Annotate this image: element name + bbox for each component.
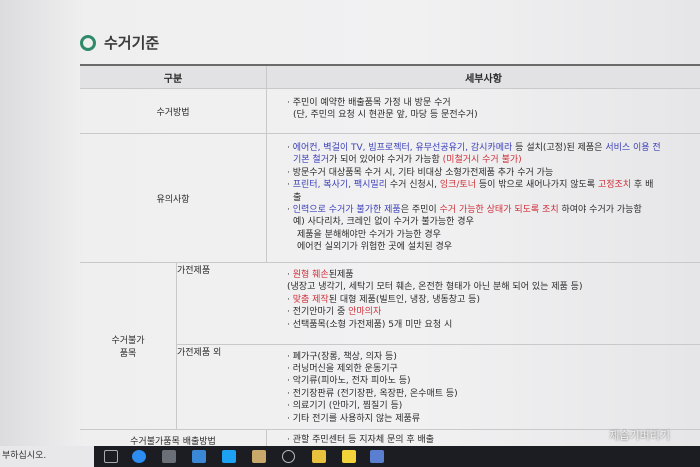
row-not-collectible: 수거불가 품목 가전제품 · 원형 훼손된제품 (냉장고 냉각기, 세탁기 모터… <box>80 263 700 430</box>
notes-label: 유의사항 <box>80 134 267 262</box>
pickup-line-2: (단, 주민의 요청 시 현관문 앞, 마당 등 문전수거) <box>293 110 478 121</box>
notes-line-5: 출 <box>293 192 302 203</box>
appliances-line-4: · 전기안마기 중 안마의자 <box>287 307 382 318</box>
appliances-label: 가전제품 <box>177 266 211 276</box>
not-collectible-label: 수거불가 품목 <box>80 263 177 429</box>
notes-line-1: · 에어컨, 벽걸이 TV, 빔프로젝터, 유무선공유기, 감시카메라 등 설치… <box>287 143 661 153</box>
section-title: 수거기준 <box>80 32 159 53</box>
app-window-icon[interactable] <box>370 450 384 463</box>
notes-line-3: · 방문수거 대상품목 수거 시, 기타 비대상 소형가전제품 추가 수거 가능 <box>287 167 554 178</box>
kakaotalk-icon[interactable] <box>342 450 356 463</box>
table-header: 구분 세부사항 <box>80 66 700 89</box>
others-item: · 의료기기 (안마기, 찜질기 등) <box>287 401 403 412</box>
header-details: 세부사항 <box>465 73 502 85</box>
others-item: · 기타 전기를 사용하지 않는 제품류 <box>287 413 421 424</box>
folder-icon[interactable] <box>312 450 326 463</box>
others-label: 가전제품 외 <box>177 347 222 358</box>
row-pickup-method: 수거방법 · 주민이 예약한 배출품목 가정 내 방문 수거 (단, 주민의 요… <box>80 89 700 134</box>
appliances-line-5: · 선택품목(소형 가전제품) 5개 미만 요청 시 <box>287 319 453 330</box>
settings-gear-icon[interactable] <box>282 450 295 463</box>
header-category: 구분 <box>80 66 267 88</box>
others-subrow: 가전제품 외 · 폐가구(장롱, 책상, 의자 등) · 러닝머신을 제외한 운… <box>177 345 700 429</box>
notes-line-8: 제품을 분해해야만 수거가 가능한 경우 <box>297 229 441 240</box>
mail-icon[interactable] <box>192 450 206 463</box>
twitter-icon[interactable] <box>222 450 236 463</box>
circle-bullet-icon <box>80 34 96 51</box>
appliances-line-2: (냉장고 냉각기, 세탁기 모터 훼손, 온전한 형태가 아닌 분해 되어 있는… <box>287 282 583 293</box>
others-item: · 악기류(피아노, 전자 피아노 등) <box>287 376 411 387</box>
pickup-line-1: · 주민이 예약한 배출품목 가정 내 방문 수거 <box>287 98 451 108</box>
others-item: · 폐가구(장롱, 책상, 의자 등) <box>287 351 397 362</box>
document-page: 수거기준 구분 세부사항 수거방법 · 주민이 예약한 배출품목 가정 내 방문… <box>0 0 700 450</box>
notes-line-6: · 인력으로 수거가 불가한 제품은 주민이 수거 가능한 상태가 되도록 조치… <box>287 205 642 216</box>
others-item: · 러닝머신을 제외한 운동기구 <box>287 363 398 374</box>
notes-line-2: 기본 철거가 되어 있어야 수거가 가능함 (미철거시 수거 불가) <box>293 155 522 166</box>
appliances-subrow: 가전제품 · 원형 훼손된제품 (냉장고 냉각기, 세탁기 모터 훼손, 온전한… <box>177 263 700 345</box>
pickup-method-label: 수거방법 <box>80 89 267 133</box>
row-notes: 유의사항 · 에어컨, 벽걸이 TV, 빔프로젝터, 유무선공유기, 감시카메라… <box>80 134 700 263</box>
task-view-icon[interactable] <box>104 450 118 463</box>
section-title-text: 수거기준 <box>104 34 160 52</box>
edge-icon[interactable] <box>132 450 146 463</box>
notes-line-7: 예) 사다리차, 크레인 없이 수거가 불가능한 경우 <box>293 217 474 228</box>
notes-line-4: · 프린터, 복사기, 팩시밀리 수거 신청시, 잉크/토너 등이 밖으로 새어… <box>287 180 654 191</box>
taskbar-search-text[interactable]: 부하십시오. <box>0 446 94 467</box>
app-icon[interactable] <box>252 450 266 463</box>
criteria-table: 구분 세부사항 수거방법 · 주민이 예약한 배출품목 가정 내 방문 수거 (… <box>80 64 700 450</box>
appliances-line-3: · 맞춤 제작된 대형 제품(빌트인, 냉장, 냉동창고 등) <box>287 294 480 305</box>
watermark-caption: 제습기버리기 <box>609 429 670 442</box>
appliances-line-1: · 원형 훼손된제품 <box>287 270 354 280</box>
notes-line-9: 에어컨 실외기가 위험한 곳에 설치된 경우 <box>297 242 453 253</box>
others-item: · 전기장판류 (전기장판, 옥장판, 온수매트 등) <box>287 388 458 399</box>
store-icon[interactable] <box>162 450 176 463</box>
taskbar: 부하십시오. <box>0 446 700 467</box>
